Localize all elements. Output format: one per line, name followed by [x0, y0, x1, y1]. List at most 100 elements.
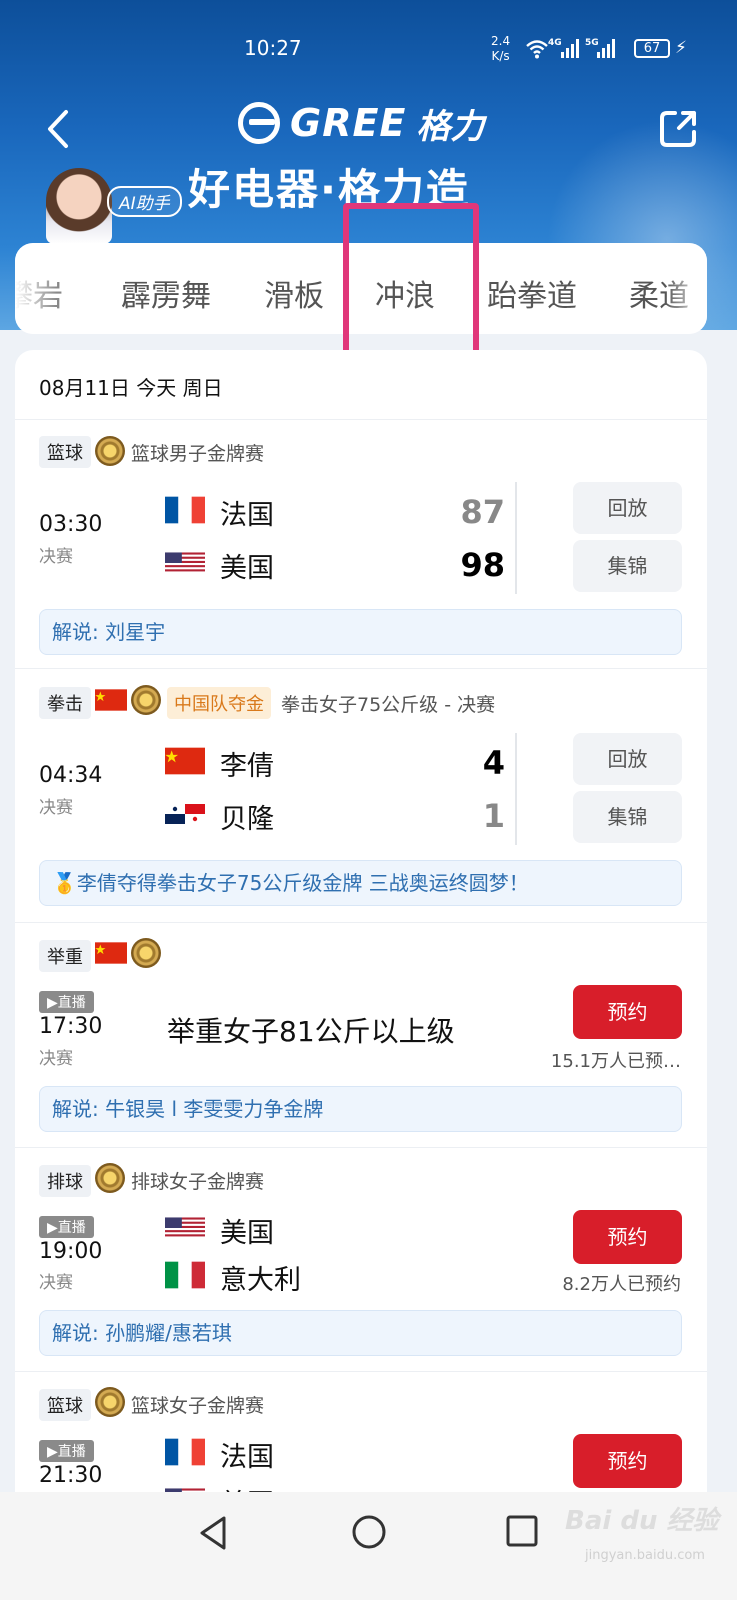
event-time: 04:34 [39, 763, 103, 788]
baidu-watermark-url: jingyan.baidu.com [585, 1548, 705, 1563]
status-time: 10:27 [244, 36, 302, 60]
ai-assistant-avatar[interactable] [46, 168, 112, 244]
event-stage: 决赛 [39, 798, 73, 818]
reservation-count: 8.2万人已预约 [562, 1274, 681, 1295]
team-score: 87 [460, 493, 505, 531]
highlights-button[interactable]: 集锦 [573, 540, 682, 592]
team-name: 意大利 [220, 1265, 301, 1296]
sport-tag: 排球 [39, 1165, 91, 1197]
divider [515, 482, 517, 594]
team-score: 98 [460, 546, 505, 584]
network-type-1: 4G [548, 38, 562, 48]
event-time: 19:00 [39, 1239, 103, 1264]
logo-text: GREE [290, 101, 407, 145]
battery-icon: 67 [634, 39, 670, 58]
divider [515, 733, 517, 845]
live-badge: ▶直播 [39, 991, 94, 1013]
event-name: 篮球女子金牌赛 [131, 1395, 265, 1417]
event-title: 举重女子81公斤以上级 [167, 1015, 455, 1048]
nav-back-icon[interactable] [196, 1514, 230, 1552]
gold-medal-icon [131, 685, 161, 715]
tab-skateboard[interactable]: 滑板 [264, 271, 324, 315]
reserve-button[interactable]: 预约 [573, 985, 682, 1039]
reservation-count: 15.1万人已预… [550, 1051, 681, 1072]
france-flag-icon [165, 496, 205, 524]
signal-2-icon [597, 38, 615, 58]
date-header: 08月11日 今天 周日 [39, 376, 223, 400]
baidu-watermark: Bai du 经验 [565, 1506, 719, 1536]
tab-fade-left [15, 243, 57, 334]
panama-flag-icon [165, 804, 205, 824]
china-gold-badge: 中国队夺金 [167, 687, 271, 719]
event-stage: 决赛 [39, 1273, 73, 1293]
divider [15, 419, 707, 420]
gree-logo-mark [238, 102, 280, 144]
team-score: 4 [482, 744, 505, 782]
charging-icon: ⚡ [675, 38, 687, 58]
network-speed: 2.4 K/s [491, 34, 510, 64]
highlight-box [343, 203, 479, 363]
signal-1-icon [561, 38, 579, 58]
commentary-bar[interactable]: 解说: 孙鹏耀/惠若琪 [39, 1310, 682, 1356]
divider [15, 668, 707, 669]
commentary-bar[interactable]: 解说: 牛银昊 l 李雯雯力争金牌 [39, 1086, 682, 1132]
ai-assistant-tag[interactable]: AI助手 [107, 186, 182, 217]
china-flag-icon [95, 689, 127, 711]
italy-flag-icon [165, 1261, 205, 1289]
highlights-button[interactable]: 集锦 [573, 791, 682, 843]
team-name: 李倩 [220, 751, 274, 782]
tab-taekwondo[interactable]: 跆拳道 [487, 271, 577, 315]
nav-recents-icon[interactable] [505, 1514, 539, 1548]
gree-logo: GREE 格力 [238, 98, 484, 148]
sport-tag: 篮球 [39, 436, 91, 468]
tab-fade-right [665, 243, 707, 334]
team-name: 法国 [220, 1442, 274, 1473]
live-badge: ▶直播 [39, 1216, 94, 1238]
nav-home-icon[interactable] [351, 1514, 387, 1550]
divider [15, 922, 707, 923]
sport-tag: 举重 [39, 940, 91, 972]
share-icon[interactable] [655, 106, 701, 152]
sport-tag: 篮球 [39, 1389, 91, 1421]
gold-medal-icon [95, 436, 125, 466]
tab-breaking[interactable]: 霹雳舞 [121, 271, 211, 315]
team-name: 贝隆 [220, 804, 274, 835]
netspeed-value: 2.4 [491, 34, 511, 48]
event-name: 拳击女子75公斤级 - 决赛 [281, 694, 496, 716]
commentary-bar[interactable]: 解说: 刘星宇 [39, 609, 682, 655]
netspeed-unit: K/s [491, 49, 510, 63]
event-time: 21:30 [39, 1463, 103, 1488]
gold-medal-icon [131, 938, 161, 968]
reserve-button[interactable]: 预约 [573, 1210, 682, 1264]
divider [15, 1371, 707, 1372]
event-time: 17:30 [39, 1014, 103, 1039]
team-name: 美国 [220, 553, 274, 584]
china-flag-icon [95, 942, 127, 964]
schedule-list: 08月11日 今天 周日 篮球 篮球男子金牌赛 03:30 决赛 法国 87 美… [15, 350, 707, 1510]
event-stage: 决赛 [39, 547, 73, 567]
logo-cn: 格力 [416, 106, 485, 147]
wifi-icon [526, 40, 548, 59]
event-name: 排球女子金牌赛 [131, 1171, 265, 1193]
event-stage: 决赛 [39, 1049, 73, 1069]
event-name: 篮球男子金牌赛 [131, 443, 265, 465]
status-bar: 10:27 2.4 K/s 4G 5G 67 ⚡ [0, 0, 737, 90]
team-name: 美国 [220, 1218, 274, 1249]
replay-button[interactable]: 回放 [573, 733, 682, 785]
usa-flag-icon [165, 1217, 205, 1239]
gold-medal-icon [95, 1163, 125, 1193]
sport-tag: 拳击 [39, 687, 91, 719]
team-score: 1 [482, 797, 505, 835]
live-badge: ▶直播 [39, 1440, 94, 1462]
event-time: 03:30 [39, 512, 103, 537]
replay-button[interactable]: 回放 [573, 482, 682, 534]
back-arrow-icon[interactable] [40, 106, 80, 152]
gold-medal-icon [95, 1387, 125, 1417]
reserve-button[interactable]: 预约 [573, 1434, 682, 1488]
usa-flag-icon [165, 552, 205, 574]
news-bar[interactable]: 🥇李倩夺得拳击女子75公斤级金牌 三战奥运终圆梦！ [39, 860, 682, 906]
divider [15, 1147, 707, 1148]
team-name: 法国 [220, 500, 274, 531]
china-flag-icon [165, 747, 205, 775]
france-flag-icon [165, 1438, 205, 1466]
